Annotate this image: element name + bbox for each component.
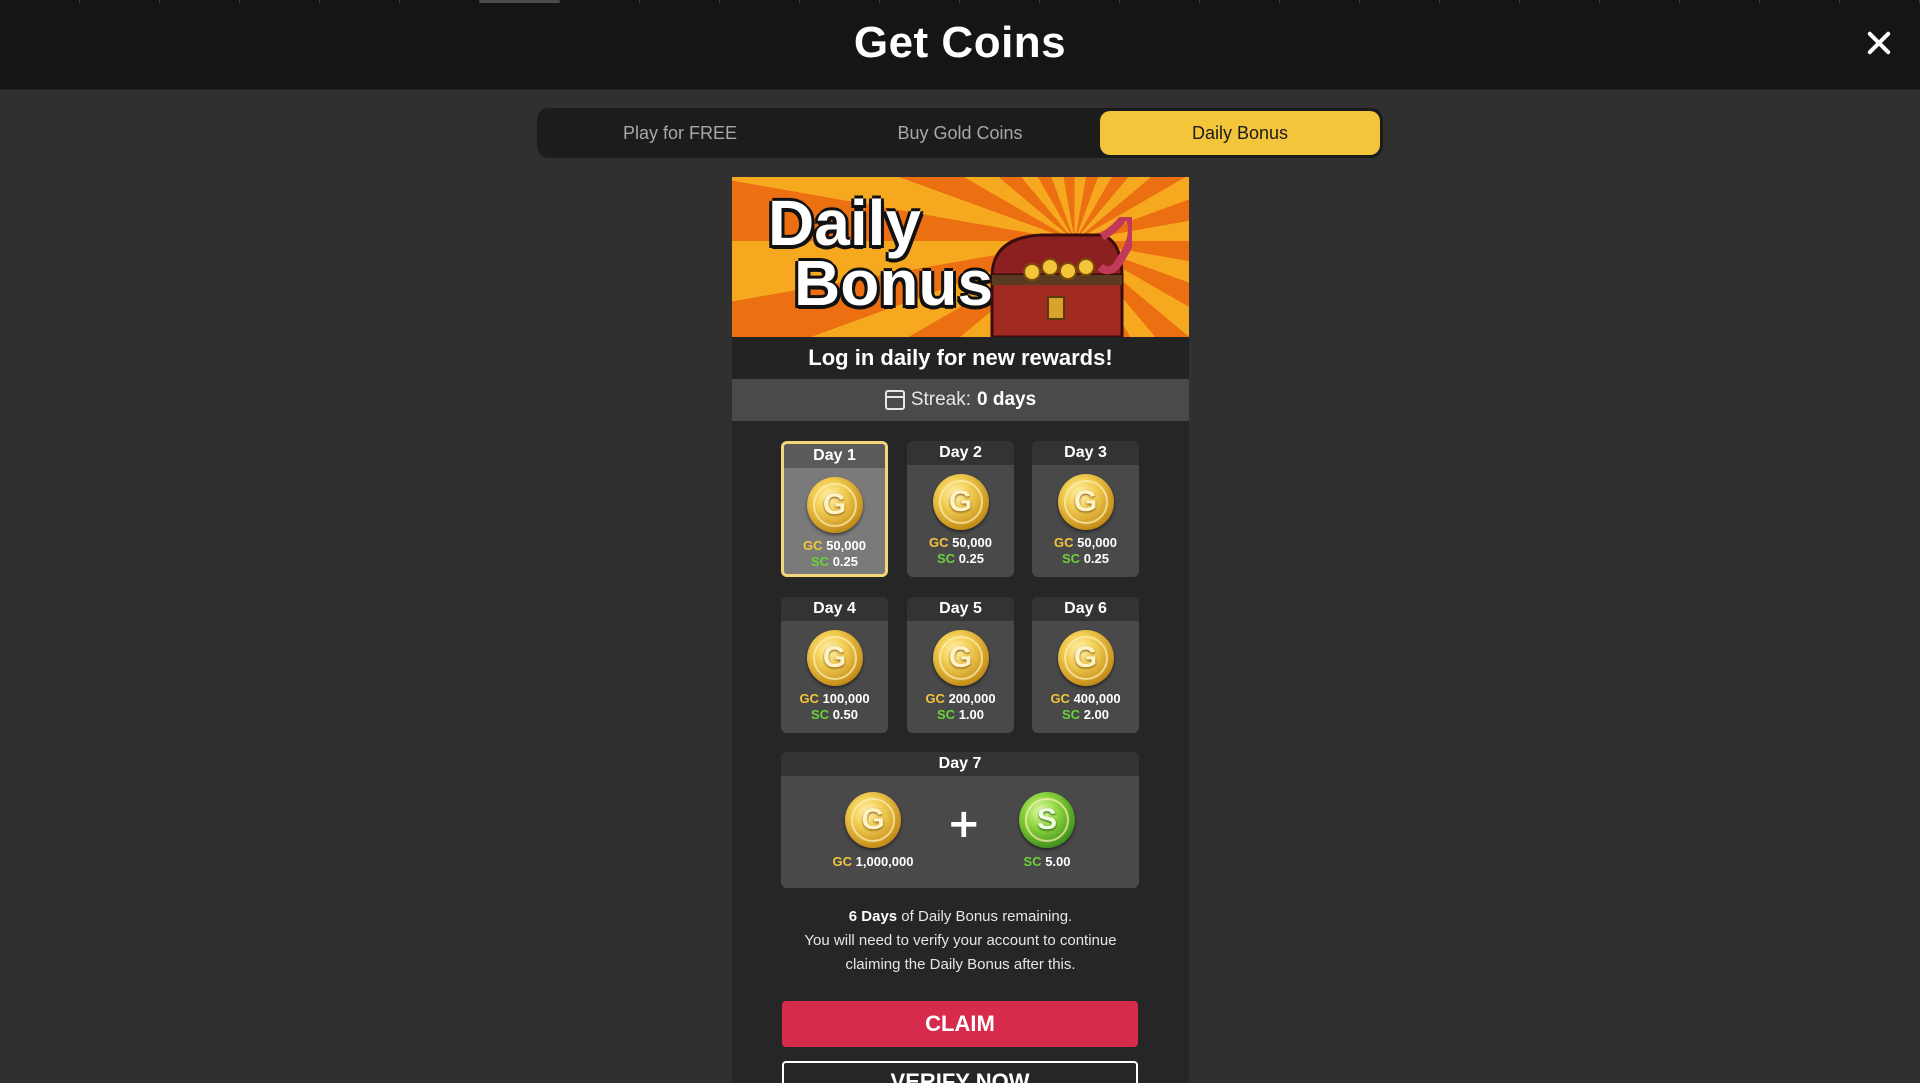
day-label: Day 7 bbox=[781, 752, 1139, 776]
treasure-chest-icon bbox=[990, 217, 1132, 337]
day-card-1[interactable]: Day 1 G GC 50,000 SC 0.25 bbox=[781, 441, 888, 577]
gold-coin-icon: G bbox=[932, 474, 989, 530]
plus-icon: + bbox=[947, 801, 981, 847]
modal-title: Get Coins bbox=[853, 18, 1067, 67]
verify-notice-line2: claiming the Daily Bonus after this. bbox=[845, 956, 1076, 973]
daily-bonus-banner: Daily Bonus bbox=[732, 177, 1189, 337]
day-card-4[interactable]: Day 4 G GC 100,000 SC 0.50 bbox=[781, 597, 888, 733]
gold-coin-icon: G bbox=[1057, 630, 1114, 686]
day-label: Day 6 bbox=[1032, 597, 1139, 621]
day7-gold-reward: G GC 1,000,000 bbox=[823, 792, 923, 870]
gold-coin-icon: G bbox=[932, 630, 989, 686]
gold-coin-icon: G bbox=[806, 630, 863, 686]
sc-amount: SC 2.00 bbox=[1062, 707, 1109, 722]
gc-amount: GC 400,000 bbox=[1050, 691, 1121, 706]
gc-amount: GC 50,000 bbox=[1054, 535, 1117, 550]
sc-amount: SC 0.25 bbox=[937, 551, 984, 566]
gc-amount: GC 200,000 bbox=[925, 691, 996, 706]
gc-amount: GC 50,000 bbox=[929, 535, 992, 550]
tab-daily-bonus[interactable]: Daily Bonus bbox=[1100, 111, 1380, 155]
verify-notice-line1: You will need to verify your account to … bbox=[804, 932, 1117, 949]
day-card-2[interactable]: Day 2 G GC 50,000 SC 0.25 bbox=[907, 441, 1014, 577]
claim-button[interactable]: CLAIM bbox=[782, 1001, 1138, 1047]
gold-coin-icon: G bbox=[1057, 474, 1114, 530]
sweeps-coin-icon: S bbox=[1019, 792, 1075, 848]
banner-title: Daily Bonus bbox=[768, 187, 994, 319]
daily-bonus-panel: Daily Bonus Log in daily for new rewards… bbox=[732, 177, 1189, 1083]
day-label: Day 1 bbox=[784, 444, 885, 468]
verify-now-button[interactable]: VERIFY NOW bbox=[782, 1061, 1138, 1083]
gold-coin-icon: G bbox=[806, 477, 863, 533]
day-label: Day 3 bbox=[1032, 441, 1139, 465]
day-card-6[interactable]: Day 6 G GC 400,000 SC 2.00 bbox=[1032, 597, 1139, 733]
days-remaining: 6 Days bbox=[848, 908, 898, 925]
day-card-3[interactable]: Day 3 G GC 50,000 SC 0.25 bbox=[1032, 441, 1139, 577]
streak-bar: Streak: 0 days bbox=[732, 379, 1189, 421]
calendar-icon bbox=[884, 390, 905, 410]
close-icon[interactable] bbox=[1864, 28, 1894, 58]
streak-label: Streak: bbox=[910, 389, 972, 410]
sc-amount: SC 0.25 bbox=[811, 554, 858, 569]
day7-sweeps-reward: S SC 5.00 bbox=[997, 792, 1097, 870]
days-remaining-text: of Daily Bonus remaining. bbox=[897, 908, 1073, 925]
day-card-5[interactable]: Day 5 G GC 200,000 SC 1.00 bbox=[907, 597, 1014, 733]
gc-amount: GC 1,000,000 bbox=[832, 854, 914, 869]
gc-amount: GC 100,000 bbox=[799, 691, 870, 706]
sc-amount: SC 5.00 bbox=[1023, 854, 1071, 869]
day-label: Day 5 bbox=[907, 597, 1014, 621]
banner-title-line2: Bonus bbox=[794, 247, 994, 319]
coin-tabs: Play for FREE Buy Gold Coins Daily Bonus bbox=[537, 108, 1383, 158]
header-progress-ticks bbox=[0, 0, 1920, 3]
sc-amount: SC 0.50 bbox=[811, 707, 858, 722]
sc-amount: SC 0.25 bbox=[1062, 551, 1109, 566]
sc-amount: SC 1.00 bbox=[937, 707, 984, 722]
tab-play-for-free[interactable]: Play for FREE bbox=[540, 111, 820, 155]
banner-title-line1: Daily bbox=[768, 187, 921, 259]
gold-coin-icon: G bbox=[845, 792, 901, 848]
day-label: Day 2 bbox=[907, 441, 1014, 465]
streak-value: 0 days bbox=[977, 389, 1037, 410]
modal-header: Get Coins bbox=[0, 0, 1920, 90]
tab-buy-gold-coins[interactable]: Buy Gold Coins bbox=[820, 111, 1100, 155]
tagline: Log in daily for new rewards! bbox=[732, 337, 1189, 379]
day-label: Day 4 bbox=[781, 597, 888, 621]
day-card-7[interactable]: Day 7 G GC 1,000,000 + S SC 5.00 bbox=[781, 752, 1139, 888]
bonus-info-text: 6 Days of Daily Bonus remaining. You wil… bbox=[732, 905, 1189, 977]
gc-amount: GC 50,000 bbox=[803, 538, 866, 553]
